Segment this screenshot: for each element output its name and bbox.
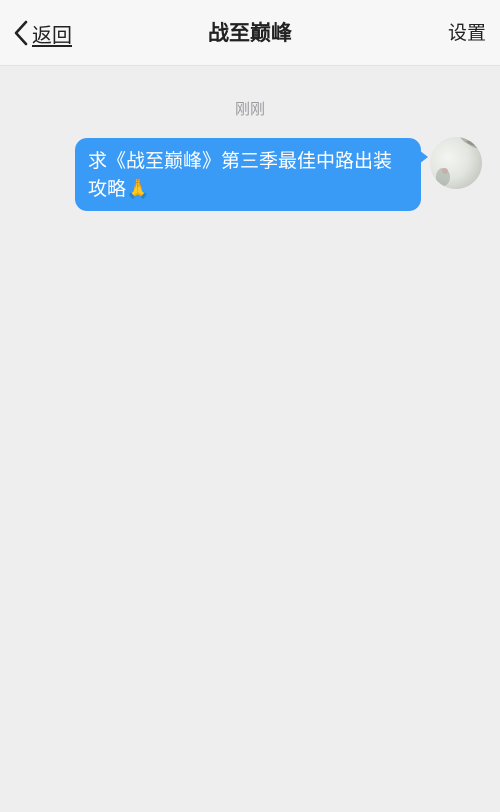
bubble-tail: [419, 150, 428, 164]
avatar-image: [436, 137, 482, 186]
settings-button[interactable]: 设置: [448, 0, 486, 66]
message-text: 求《战至巅峰》第三季最佳中路出装攻略🙏: [88, 150, 393, 200]
back-button[interactable]: 返回: [12, 0, 72, 66]
message-timestamp: 刚刚: [234, 100, 265, 118]
page-title: 战至巅峰: [208, 21, 292, 45]
chevron-left-icon: [12, 19, 30, 47]
message-bubble[interactable]: 求《战至巅峰》第三季最佳中路出装攻略🙏: [75, 138, 421, 211]
back-label: 返回: [32, 22, 72, 47]
avatar[interactable]: [430, 137, 482, 189]
navigation-bar: 返回 战至巅峰 设置: [0, 0, 500, 66]
